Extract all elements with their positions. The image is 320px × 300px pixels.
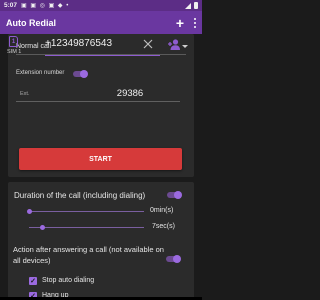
extension-toggle[interactable] (73, 70, 88, 78)
extension-input[interactable]: 29386 (100, 88, 160, 99)
app-title: Auto Redial (6, 17, 57, 28)
sim-selector[interactable]: 1 SIM 1 (7, 36, 27, 60)
stop-auto-dialing-label: Stop auto dialing (42, 277, 95, 284)
clear-icon[interactable] (143, 39, 153, 49)
status-right (185, 2, 198, 9)
seconds-slider[interactable] (29, 227, 144, 228)
battery-icon (194, 2, 198, 9)
after-answer-toggle[interactable] (166, 255, 181, 263)
minutes-slider-thumb[interactable] (27, 209, 32, 214)
add-icon[interactable]: + (176, 16, 184, 30)
signal-icon (185, 2, 191, 9)
extension-toggle-label: Extension number (16, 70, 65, 76)
app-bar: Auto Redial + (0, 11, 202, 34)
minutes-slider[interactable] (29, 211, 144, 212)
status-time: 5:07 (4, 2, 18, 9)
phone-number-underline (45, 55, 160, 56)
minutes-value: 0min(s) (150, 207, 174, 214)
seconds-value: 7sec(s) (152, 223, 175, 230)
sim-card-icon: 1 (9, 36, 18, 47)
extension-underline (16, 101, 180, 102)
notification-icons: ▣ ▣ ◎ ▣ ◆ • (21, 3, 70, 9)
phone-number-input[interactable]: +12349876543 (45, 38, 155, 54)
stop-auto-dialing-checkbox[interactable]: ✓ (29, 277, 37, 285)
seconds-slider-thumb[interactable] (40, 225, 45, 230)
toggle-thumb (174, 191, 182, 199)
start-button[interactable]: START (19, 148, 182, 170)
app-actions: + (176, 16, 198, 30)
dropdown-caret-icon (182, 44, 188, 48)
add-contact-icon[interactable] (168, 39, 180, 50)
after-answer-label: Action after answering a call (not avail… (13, 245, 164, 265)
more-options-icon[interactable] (192, 17, 198, 28)
toggle-thumb (173, 255, 181, 263)
duration-label: Duration of the call (including dialing) (14, 191, 146, 200)
extension-field-label: Ext. (20, 91, 30, 97)
sim-label: SIM 1 (7, 49, 22, 55)
status-bar: 5:07 ▣ ▣ ◎ ▣ ◆ • (0, 0, 202, 11)
toggle-thumb (80, 70, 88, 78)
duration-toggle[interactable] (167, 191, 182, 199)
